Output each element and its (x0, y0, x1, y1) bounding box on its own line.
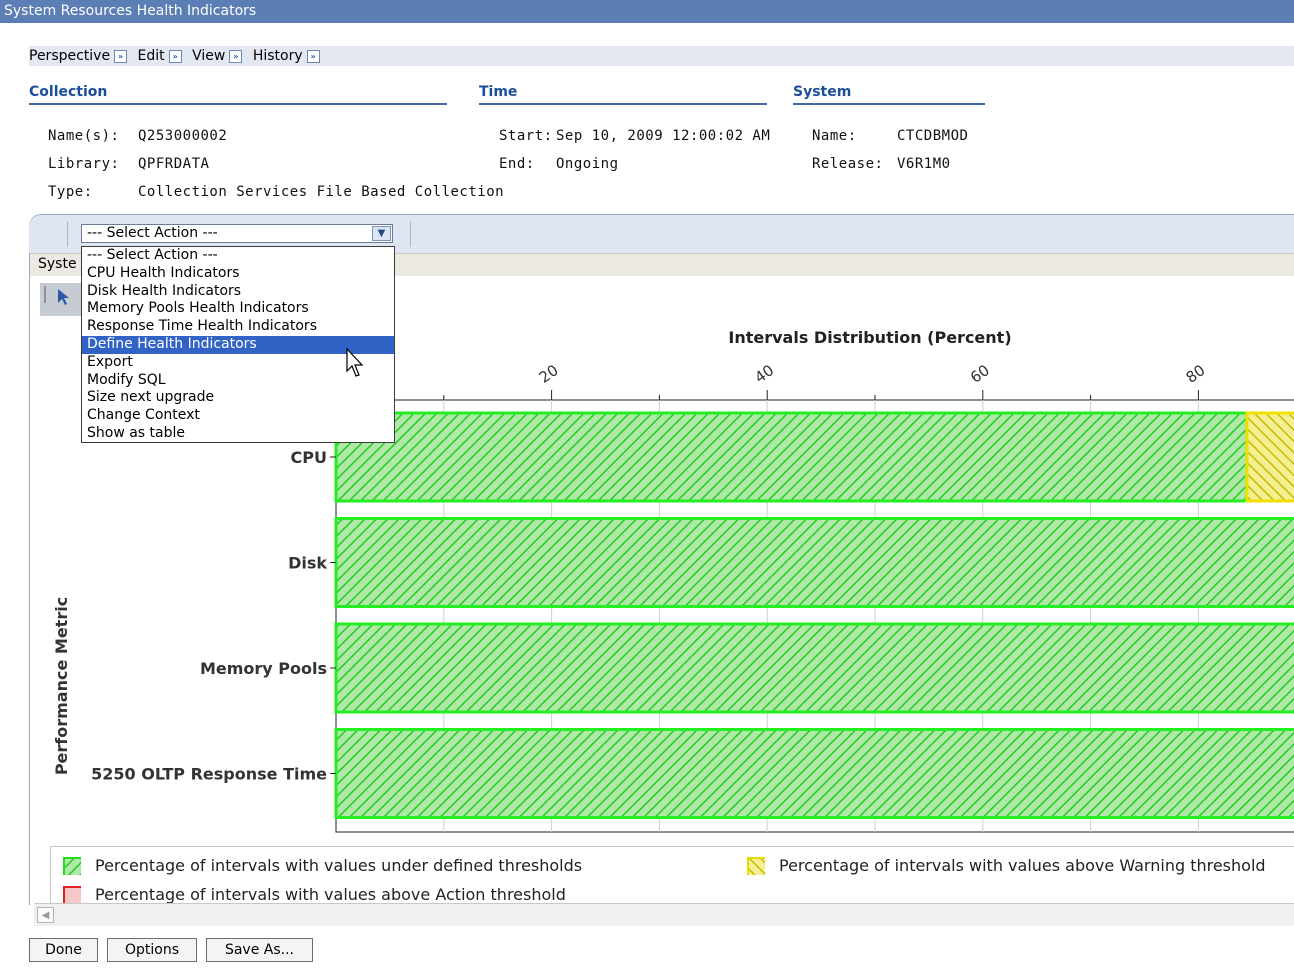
action-dropdown-list: --- Select Action --- CPU Health Indicat… (81, 246, 395, 443)
x-tick-label: 60 (967, 361, 993, 387)
menu-perspective[interactable]: Perspective» (29, 46, 128, 66)
legend-item-action: Percentage of intervals with values abov… (63, 885, 566, 904)
collection-library-label: Library: (48, 156, 120, 172)
chevron-down-icon[interactable]: ▼ (372, 226, 391, 241)
y-tick-label: CPU (291, 448, 327, 467)
collection-type-value: Collection Services File Based Collectio… (138, 184, 505, 200)
y-tick-label: 5250 OLTP Response Time (91, 765, 327, 784)
collection-heading: Collection (29, 84, 447, 105)
time-end-value: Ongoing (556, 156, 619, 172)
mouse-pointer-icon (346, 348, 364, 377)
horizontal-scrollbar[interactable]: ◀ (34, 903, 1294, 926)
legend-label-action: Percentage of intervals with values abov… (95, 885, 566, 904)
system-heading: System (793, 84, 985, 105)
bar-1-0 (1245, 411, 1294, 503)
collection-names-value: Q253000002 (138, 128, 228, 144)
bar-0-1 (334, 517, 1294, 608)
menu-edit[interactable]: Edit» (138, 46, 182, 66)
double-chevron-icon[interactable]: » (229, 49, 243, 63)
action-option[interactable]: Size next upgrade (82, 389, 394, 407)
y-tick-label: Memory Pools (200, 659, 327, 678)
divider (410, 221, 411, 247)
menu-history-label: History (252, 48, 303, 64)
save-as-button[interactable]: Save As... (206, 938, 313, 962)
action-option[interactable]: Memory Pools Health Indicators (82, 300, 394, 318)
menu-view[interactable]: View» (192, 46, 243, 66)
system-release-label: Release: (812, 156, 884, 172)
menu-history[interactable]: History» (253, 46, 320, 66)
chart-ylabel: Performance Metric (52, 597, 71, 775)
bar-0-3 (334, 728, 1294, 819)
green-hatch-swatch-icon (63, 856, 81, 875)
action-select[interactable]: --- Select Action --- ▼ (81, 224, 393, 243)
legend-label-under: Percentage of intervals with values unde… (95, 856, 583, 875)
divider (67, 221, 68, 247)
chart-title: Intervals Distribution (Percent) (728, 328, 1011, 347)
menu-view-label: View (192, 48, 226, 64)
double-chevron-icon[interactable]: » (306, 49, 320, 63)
legend-label-warning: Percentage of intervals with values abov… (779, 856, 1266, 875)
x-tick-label: 40 (751, 361, 777, 387)
action-option[interactable]: Show as table (82, 425, 394, 443)
collection-library-value: QPFRDATA (138, 156, 210, 172)
legend-item-warning: Percentage of intervals with values abov… (747, 856, 1266, 875)
menu-edit-label: Edit (137, 48, 165, 64)
menu-bar: Perspective» Edit» View» History» (29, 46, 1294, 66)
window-title: System Resources Health Indicators (0, 0, 1294, 23)
action-option[interactable]: Disk Health Indicators (82, 283, 394, 301)
collection-type-label: Type: (48, 184, 93, 200)
tab-system[interactable]: Syste (38, 256, 77, 272)
time-start-label: Start: (499, 128, 553, 144)
action-select-value: --- Select Action --- (87, 225, 218, 241)
y-tick-label: Disk (288, 554, 327, 573)
double-chevron-icon[interactable]: » (168, 49, 182, 63)
time-heading: Time (479, 84, 767, 105)
action-option[interactable]: Change Context (82, 407, 394, 425)
action-option[interactable]: Response Time Health Indicators (82, 318, 394, 336)
chart-legend: Percentage of intervals with values unde… (50, 846, 1294, 906)
system-name-value: CTCDBMOD (897, 128, 969, 144)
action-option[interactable]: --- Select Action --- (82, 247, 394, 265)
bar-0-0 (334, 411, 1249, 503)
system-release-value: V6R1M0 (897, 156, 951, 172)
done-button[interactable]: Done (29, 938, 98, 962)
time-end-label: End: (499, 156, 535, 172)
bar-0-2 (334, 622, 1294, 714)
double-chevron-icon[interactable]: » (114, 49, 128, 63)
collection-names-label: Name(s): (48, 128, 120, 144)
x-tick-label: 80 (1183, 361, 1209, 387)
yellow-hatch-swatch-icon (747, 856, 765, 875)
legend-item-under: Percentage of intervals with values unde… (63, 856, 582, 875)
red-swatch-icon (63, 885, 81, 904)
scroll-left-icon[interactable]: ◀ (37, 907, 54, 923)
options-button[interactable]: Options (107, 938, 197, 962)
menu-perspective-label: Perspective (29, 48, 111, 64)
system-name-label: Name: (812, 128, 857, 144)
time-start-value: Sep 10, 2009 12:00:02 AM (556, 128, 771, 144)
x-tick-label: 20 (536, 361, 562, 387)
action-option[interactable]: CPU Health Indicators (82, 265, 394, 283)
